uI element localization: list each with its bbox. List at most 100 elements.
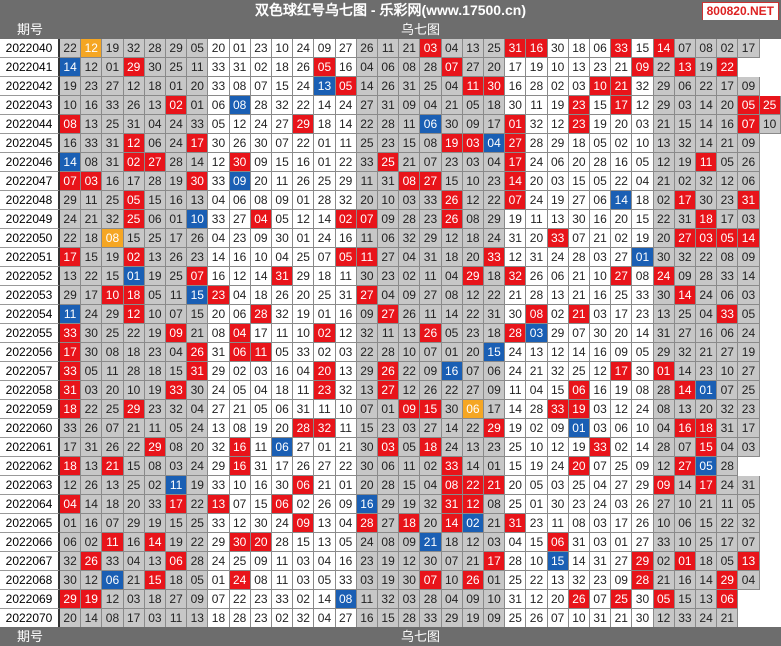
- number-cell: 03: [293, 571, 315, 590]
- number-cell: 18: [484, 267, 506, 286]
- number-cell: 14: [314, 210, 336, 229]
- number-cell: 04: [738, 571, 760, 590]
- number-cell: 15: [590, 96, 612, 115]
- number-cell: 04: [441, 590, 463, 609]
- number-cell: 20: [526, 229, 548, 248]
- number-cell: 10: [441, 571, 463, 590]
- number-cell: 19: [378, 552, 400, 571]
- number-cell: 10: [632, 419, 654, 438]
- number-cell: 15: [632, 210, 654, 229]
- number-cell: 24: [441, 438, 463, 457]
- number-cell: 03: [293, 552, 315, 571]
- number-cell: 24: [166, 134, 188, 153]
- number-cell: 14: [674, 476, 696, 495]
- highlighted-number-cell: 33: [590, 438, 612, 457]
- number-cell: 23: [356, 552, 378, 571]
- number-cell: 10: [60, 96, 82, 115]
- number-cell: 05: [229, 381, 251, 400]
- number-cell: 33: [208, 476, 230, 495]
- number-cell: 29: [208, 457, 230, 476]
- number-cell: 14: [674, 362, 696, 381]
- number-cell: 04: [420, 96, 442, 115]
- number-cell: 09: [484, 381, 506, 400]
- number-cell: 27: [102, 77, 124, 96]
- number-cell: 04: [314, 552, 336, 571]
- number-cell: 28: [526, 77, 548, 96]
- number-cell: 03: [590, 514, 612, 533]
- highlighted-number-cell: 11: [166, 476, 188, 495]
- highlighted-number-cell: 25: [759, 96, 781, 115]
- highlighted-number-cell: 02: [123, 153, 145, 172]
- number-cell: 11: [335, 267, 357, 286]
- number-cell: 11: [335, 419, 357, 438]
- number-cell: 27: [611, 248, 633, 267]
- number-cell: 20: [653, 229, 675, 248]
- number-cell: 32: [293, 609, 315, 628]
- chart-column-footer: 乌七图: [400, 629, 440, 644]
- number-cell: 13: [187, 609, 209, 628]
- number-cell: 04: [441, 267, 463, 286]
- chart-column-header: 乌七图: [400, 22, 440, 37]
- period-cell: 2022058: [0, 381, 60, 400]
- number-cell: 19: [547, 96, 569, 115]
- number-cell: 17: [81, 286, 103, 305]
- number-cell: 29: [102, 305, 124, 324]
- number-cell: 07: [674, 39, 696, 58]
- number-cell: 23: [378, 419, 400, 438]
- highlighted-number-cell: 24: [229, 571, 251, 590]
- number-cell: 22: [60, 229, 82, 248]
- number-cell: 10: [250, 248, 272, 267]
- number-cell: 04: [717, 438, 739, 457]
- number-cell: 27: [568, 191, 590, 210]
- number-cell: 12: [653, 609, 675, 628]
- number-cell: 02: [144, 476, 166, 495]
- number-cell: 05: [632, 343, 654, 362]
- number-cell: 02: [547, 305, 569, 324]
- number-cell: 30: [356, 438, 378, 457]
- number-cell: 07: [590, 457, 612, 476]
- number-cell: 21: [696, 343, 718, 362]
- number-cell: 12: [462, 191, 484, 210]
- number-cell: 28: [399, 210, 421, 229]
- number-cell: 10: [229, 476, 251, 495]
- number-cell: 14: [568, 343, 590, 362]
- number-cell: 30: [547, 495, 569, 514]
- number-cell: 28: [653, 438, 675, 457]
- number-cell: 20: [102, 381, 124, 400]
- number-cell: 03: [674, 96, 696, 115]
- number-cell: 13: [653, 305, 675, 324]
- highlighted-number-cell: 17: [166, 495, 188, 514]
- number-cell: 16: [674, 571, 696, 590]
- number-cell: 09: [250, 229, 272, 248]
- number-cell: 32: [166, 400, 188, 419]
- number-cell: 20: [611, 115, 633, 134]
- highlighted-number-cell: 16: [674, 419, 696, 438]
- number-cell: 26: [81, 476, 103, 495]
- number-cell: 03: [590, 305, 612, 324]
- number-cell: 08: [166, 438, 188, 457]
- number-cell: 02: [272, 609, 294, 628]
- number-cell: 18: [484, 96, 506, 115]
- number-cell: 17: [717, 533, 739, 552]
- highlighted-number-cell: 02: [335, 210, 357, 229]
- number-cell: 20: [250, 172, 272, 191]
- number-cell: 11: [399, 457, 421, 476]
- number-cell: 22: [187, 533, 209, 552]
- highlighted-number-cell: 21: [420, 533, 442, 552]
- number-cell: 27: [293, 438, 315, 457]
- number-cell: 17: [738, 419, 760, 438]
- number-cell: 23: [738, 400, 760, 419]
- number-cell: 01: [314, 305, 336, 324]
- number-cell: 03: [738, 210, 760, 229]
- number-cell: 30: [272, 229, 294, 248]
- number-cell: 32: [420, 495, 442, 514]
- number-cell: 04: [272, 248, 294, 267]
- number-cell: 33: [653, 533, 675, 552]
- number-cell: 32: [123, 39, 145, 58]
- highlighted-number-cell: 08: [399, 172, 421, 191]
- number-cell: 16: [60, 134, 82, 153]
- number-cell: 16: [166, 191, 188, 210]
- number-cell: 26: [356, 39, 378, 58]
- highlighted-number-cell: 09: [166, 324, 188, 343]
- number-cell: 18: [166, 571, 188, 590]
